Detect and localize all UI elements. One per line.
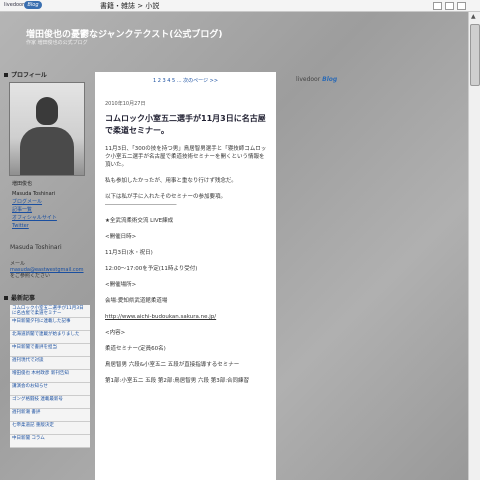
blog-page: 増田俊也の憂鬱なジャンクテクスト(公式ブログ) 作家 増田俊也の公式ブログ li… [0,12,468,480]
post-paragraph: <開催場所> [105,282,137,288]
browser-toolbar: livedoor Blog 書籍・雑誌 > 小説 [0,0,480,12]
post-paragraph: ★全武流柔術交流 LIVE練成 [105,218,174,224]
post-paragraph: 第1部:小室五二 五段 第2部:鳥居智男 六段 第3部:合同練習 [105,378,250,384]
link-blog-mail[interactable]: ブログメール [12,198,90,206]
livedoor-brand[interactable]: livedoor [4,2,24,8]
recent-heading: 最新記事 [4,293,90,302]
scroll-thumb[interactable] [470,24,480,86]
profile-photo[interactable] [9,82,85,176]
profile-name-en: Masuda Toshinari [12,191,56,197]
profile-name-jp: 増田俊也 [12,181,33,187]
post-paragraph: <内容> [105,330,126,336]
toolbar-button-1-icon[interactable] [433,2,442,10]
post-paragraph: 鳥居智男 六段&小室五二 五段が直接指導するセミナー [105,362,240,368]
post-paragraph: 11月3日、「300の技を持つ男」鳥居智男選手と「寝技師コムロック小室五二選手が… [105,146,267,168]
bullet-icon [4,72,8,77]
post-date: 2010年10月27日 [105,101,146,107]
recent-item[interactable]: 講演会のお知らせ [10,383,90,396]
owner-name: Masuda Toshinari [10,244,62,251]
post-paragraph: <開催日時> [105,234,137,240]
category-breadcrumb[interactable]: 書籍・雑誌 > 小説 [100,1,159,11]
link-official-site[interactable]: オフィシャルサイト [12,214,90,222]
post-paragraph: 柔道セミナー(定員60名) [105,346,166,352]
main-content: 1 2 3 4 5 ... 次のページ >> 2010年10月27日 コムロック… [95,72,276,480]
toolbar-icons [433,2,466,10]
pagination[interactable]: 1 2 3 4 5 ... 次のページ >> [95,77,276,84]
recent-item[interactable]: 週刊現代で対談 [10,357,90,370]
mail-section: メール masuda@eastwestgmail.com をご参照ください [10,261,90,279]
post-paragraph: 12:00～17:00を予定(11時より受付) [105,266,198,272]
recent-item[interactable]: 七帝柔道記 重版決定 [10,422,90,435]
recent-list: コムロック小室五二選手が11月3日に名古屋で柔道セミナー 中日新聞夕刊に連載した… [10,305,90,448]
recent-item[interactable]: ゴング格闘技 連載最新号 [10,396,90,409]
venue-link[interactable]: http://www.aichi-budoukan.sakura.ne.jp/ [105,313,268,321]
link-posts[interactable]: 記事一覧 [12,206,90,214]
post-title[interactable]: コムロック小室五二選手が11月3日に名古屋で柔道セミナー。 [105,113,268,137]
recent-item[interactable]: 増田俊也 木村政彦 新刊告知 [10,370,90,383]
link-twitter[interactable]: Twitter [12,222,90,230]
toolbar-button-3-icon[interactable] [457,2,466,10]
recent-item[interactable]: 中日新聞で書評を担当 [10,344,90,357]
vertical-scrollbar[interactable]: ▲ [468,12,480,480]
blog-pill-logo[interactable]: Blog [24,1,42,9]
toolbar-button-2-icon[interactable] [445,2,454,10]
post-paragraph: 会場:愛知県武道館柔道場 [105,298,168,304]
recent-item[interactable]: 中日新聞 コラム [10,435,90,448]
livedoor-blog-logo[interactable]: livedoor Blog [296,76,337,83]
post-paragraph: 11月3日(水・祝日) [105,250,153,256]
sidebar: プロフィール 増田俊也 Masuda Toshinari ブログメール 記事一覧… [4,70,90,448]
recent-item[interactable]: 北海道新聞で連載が始まりました [10,331,90,344]
recent-posts: 最新記事 コムロック小室五二選手が11月3日に名古屋で柔道セミナー 中日新聞夕刊… [4,293,90,448]
bullet-icon [4,295,8,300]
blog-subtitle: 作家 増田俊也の公式ブログ [26,40,88,46]
post-paragraph: 私も参加したかったが、用事と重なり行けず残念だ。 [105,178,237,184]
recent-item[interactable]: 中日新聞夕刊に連載した記事 [10,318,90,331]
scroll-up-icon[interactable]: ▲ [471,13,476,20]
post-divider: ――――――――――――― [105,202,177,208]
profile-heading: プロフィール [4,70,90,79]
recent-item[interactable]: コムロック小室五二選手が11月3日に名古屋で柔道セミナー [10,305,90,318]
recent-item[interactable]: 週刊新潮 書評 [10,409,90,422]
post-paragraph: 以下は私が手に入れたそのセミナーの参加要項。 [105,194,227,200]
